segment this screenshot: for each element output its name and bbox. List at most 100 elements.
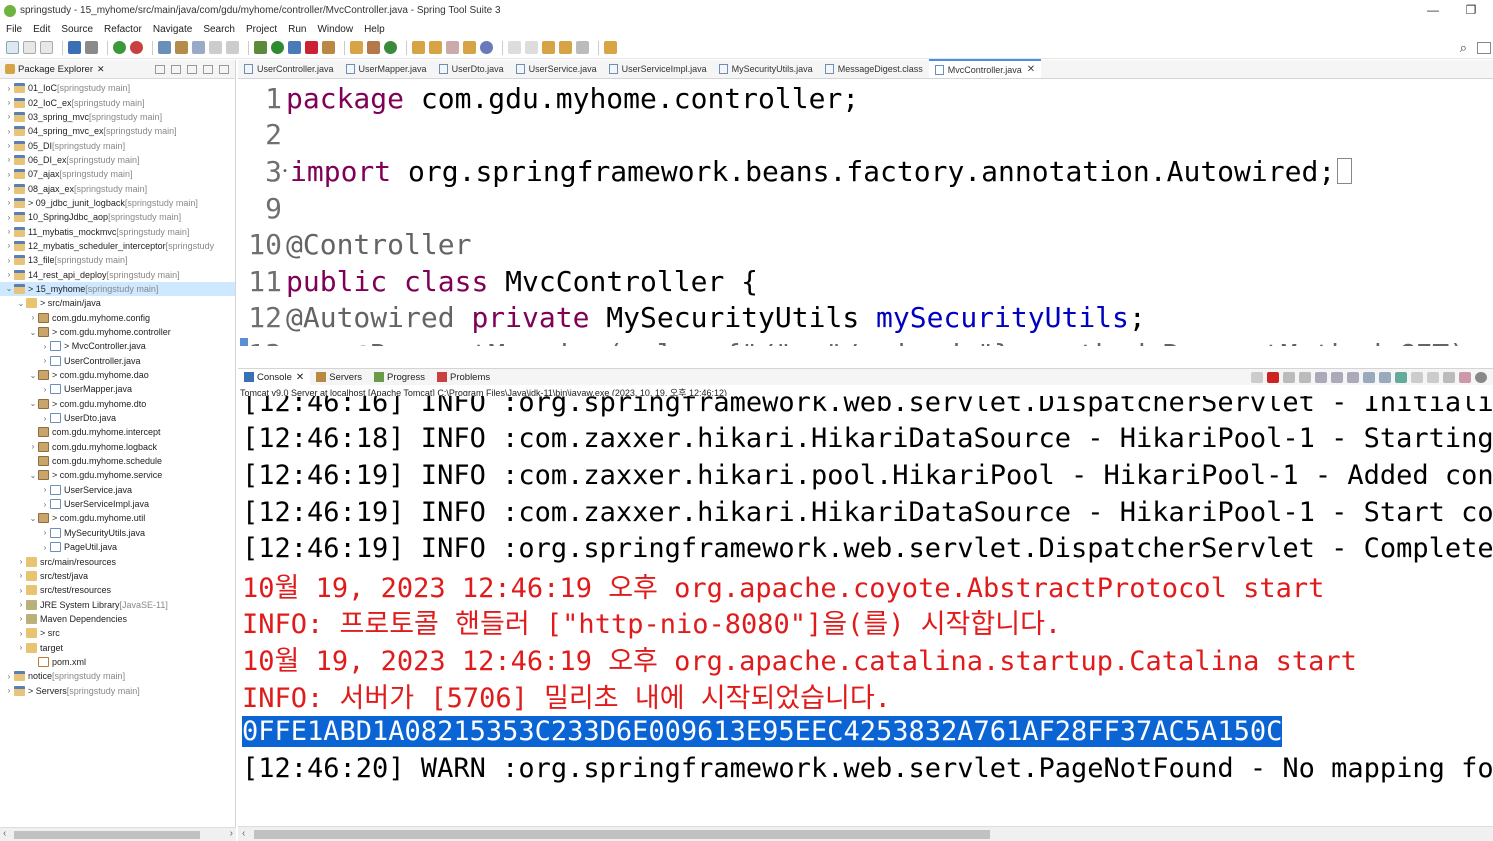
collapse-arrow-icon[interactable]: › [4, 256, 14, 265]
expand-arrow-icon[interactable]: ⌄ [28, 328, 38, 337]
package-explorer-close[interactable]: ✕ [97, 64, 105, 75]
tree-item[interactable]: › UserService.java [0, 483, 235, 497]
forward-icon[interactable] [576, 41, 589, 54]
tree-item[interactable]: ⌄ > src/main/java [0, 296, 235, 310]
word-wrap-icon[interactable] [1347, 371, 1359, 383]
collapse-arrow-icon[interactable]: › [40, 500, 50, 509]
tree-item[interactable]: › > src [0, 626, 235, 640]
scrollbar-thumb[interactable] [14, 831, 200, 839]
tree-item[interactable]: ⌄ > 15_myhome [springstudy main] [0, 281, 235, 297]
tree-item[interactable]: ⌄ > com.gdu.myhome.service [0, 468, 235, 482]
collapse-arrow-icon[interactable]: › [16, 629, 26, 638]
briefcase-icon[interactable] [463, 41, 476, 54]
collapse-arrow-icon[interactable]: › [16, 643, 26, 652]
tree-item[interactable]: › > 09_jdbc_junit_logback [springstudy ma… [0, 196, 235, 210]
expand-arrow-icon[interactable]: ⌄ [28, 371, 38, 380]
tree-item[interactable]: › com.gdu.myhome.config [0, 311, 235, 325]
tree-item[interactable]: › Maven Dependencies [0, 612, 235, 626]
collapse-arrow-icon[interactable]: › [4, 112, 14, 121]
console-icon[interactable] [85, 41, 98, 54]
tree-item[interactable]: › 03_spring_mvc [springstudy main] [0, 110, 235, 124]
collapse-arrow-icon[interactable]: › [16, 571, 26, 580]
globe-icon[interactable] [480, 41, 493, 54]
collapse-arrow-icon[interactable]: › [28, 442, 38, 451]
open-console-icon[interactable] [1427, 371, 1439, 383]
collapse-arrow-icon[interactable]: › [16, 586, 26, 595]
open-file-icon[interactable] [429, 41, 442, 54]
run-icon[interactable] [271, 41, 284, 54]
collapse-arrow-icon[interactable]: › [16, 600, 26, 609]
tree-item[interactable]: › src/test/java [0, 569, 235, 583]
expand-arrow-icon[interactable]: ⌄ [4, 284, 14, 293]
debug-icon[interactable] [254, 41, 267, 54]
tree-item[interactable]: › 04_spring_mvc_ex [springstudy main] [0, 124, 235, 138]
editor-tab[interactable]: MessageDigest.class [819, 59, 929, 78]
tree-item[interactable]: › src/main/resources [0, 554, 235, 568]
collapse-arrow-icon[interactable]: › [40, 414, 50, 423]
collapse-arrow-icon[interactable]: › [4, 170, 14, 179]
menu-refactor[interactable]: Refactor [104, 24, 142, 35]
tab-console[interactable]: Console ✕ [238, 368, 311, 386]
scroll-lock-icon[interactable] [1331, 371, 1343, 383]
tree-item[interactable]: › PageUtil.java [0, 540, 235, 554]
save-icon[interactable] [23, 41, 36, 54]
show-stdout-icon[interactable] [1363, 371, 1375, 383]
scroll-left-arrow[interactable]: ‹ [242, 828, 245, 839]
collapse-all-icon[interactable] [155, 64, 165, 74]
editor-tab[interactable]: UserMapper.java [340, 59, 433, 78]
collapse-arrow-icon[interactable]: › [4, 686, 14, 695]
package-explorer-title[interactable]: Package Explorer [18, 64, 93, 75]
collapse-arrow-icon[interactable]: › [40, 528, 50, 537]
tree-item[interactable]: pom.xml [0, 655, 235, 669]
editor-tab[interactable]: UserController.java [238, 59, 340, 78]
link-editor-icon[interactable] [171, 64, 181, 74]
editor-tab[interactable]: MvcController.java ✕ [928, 59, 1042, 78]
menu-project[interactable]: Project [246, 24, 277, 35]
collapse-arrow-icon[interactable]: › [4, 227, 14, 236]
new-class-icon[interactable] [384, 41, 397, 54]
collapse-arrow-icon[interactable]: › [4, 241, 14, 250]
collapse-arrow-icon[interactable]: › [40, 543, 50, 552]
tree-item[interactable]: › src/test/resources [0, 583, 235, 597]
tree-item[interactable]: com.gdu.myhome.intercept [0, 425, 235, 439]
display-console-icon[interactable] [1411, 371, 1423, 383]
collapse-arrow-icon[interactable]: › [4, 184, 14, 193]
external-tools-icon[interactable] [305, 41, 318, 54]
new-icon[interactable] [6, 41, 19, 54]
package-explorer-scrollbar[interactable]: ‹ › [0, 827, 236, 841]
scroll-left-arrow[interactable]: ‹ [3, 828, 6, 839]
tree-item[interactable]: › UserDto.java [0, 411, 235, 425]
collapse-arrow-icon[interactable]: › [4, 98, 14, 107]
open-folder-icon[interactable] [412, 41, 425, 54]
view-menu-icon[interactable] [187, 64, 197, 74]
menu-edit[interactable]: Edit [33, 24, 50, 35]
pen-icon[interactable] [446, 41, 459, 54]
scrollbar-thumb[interactable] [254, 830, 990, 839]
gear-icon[interactable] [1475, 371, 1487, 383]
tree-item[interactable]: › 07_ajax [springstudy main] [0, 167, 235, 181]
pin-editor-icon[interactable] [604, 41, 617, 54]
open-type-icon[interactable] [158, 41, 171, 54]
console-scrollbar[interactable]: ‹ [238, 826, 1493, 841]
tree-item[interactable]: › 02_IoC_ex [springstudy main] [0, 95, 235, 109]
editor-tab[interactable]: UserServiceImpl.java [603, 59, 713, 78]
tree-item[interactable]: › 05_DI [springstudy main] [0, 138, 235, 152]
tree-item[interactable]: › 12_mybatis_scheduler_interceptor [sprin… [0, 239, 235, 253]
tab-progress[interactable]: Progress [368, 369, 431, 386]
last-edit-icon[interactable] [542, 41, 555, 54]
tree-item[interactable]: › com.gdu.myhome.logback [0, 440, 235, 454]
tree-item[interactable]: › MySecurityUtils.java [0, 526, 235, 540]
menu-navigate[interactable]: Navigate [153, 24, 192, 35]
expand-arrow-icon[interactable]: ⌄ [28, 471, 38, 480]
fold-toggle-icon[interactable]: • [282, 166, 290, 177]
collapse-arrow-icon[interactable]: › [40, 485, 50, 494]
task-icon[interactable] [192, 41, 205, 54]
tree-item[interactable]: com.gdu.myhome.schedule [0, 454, 235, 468]
menu-source[interactable]: Source [61, 24, 93, 35]
menu-run[interactable]: Run [288, 24, 306, 35]
stop-icon[interactable] [130, 41, 143, 54]
restore-button[interactable]: ❐ [1461, 2, 1481, 18]
collapse-arrow-icon[interactable]: › [40, 385, 50, 394]
tree-item[interactable]: › JRE System Library [JavaSE-11] [0, 597, 235, 611]
tree-item[interactable]: › 13_file [springstudy main] [0, 253, 235, 267]
